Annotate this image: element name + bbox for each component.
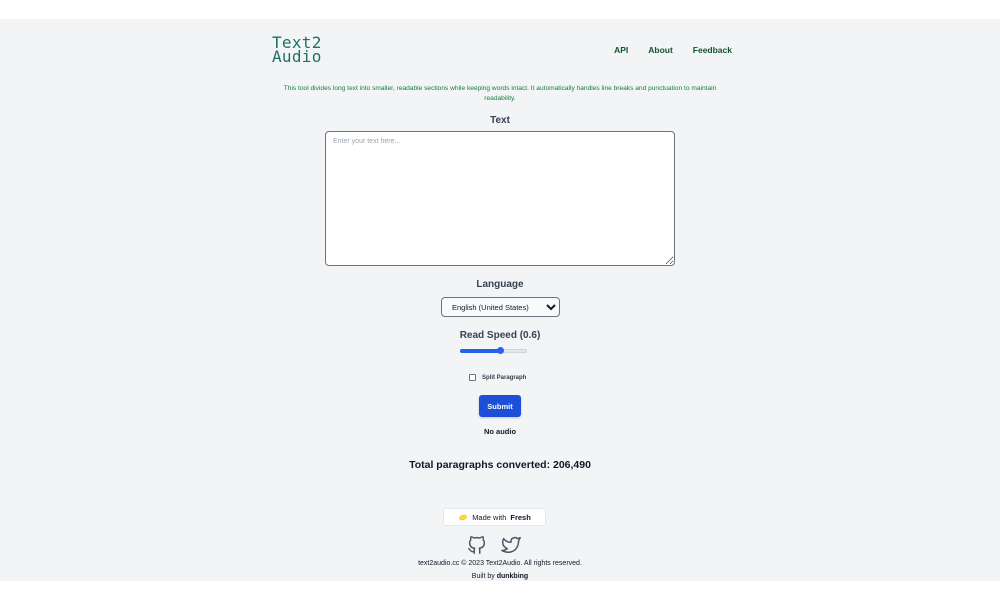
- submit-button[interactable]: Submit: [479, 395, 521, 417]
- header: Text2 Audio API About Feedback: [272, 35, 732, 68]
- nav-link-about[interactable]: About: [648, 45, 673, 55]
- logo-line-2: Audio: [272, 47, 322, 66]
- social-links: [466, 534, 522, 556]
- top-nav: API About Feedback: [614, 45, 732, 55]
- fresh-brand-text: Fresh: [510, 512, 531, 522]
- author-link[interactable]: dunkbing: [497, 573, 529, 580]
- audio-status: No audio: [483, 427, 517, 436]
- logo[interactable]: Text2 Audio: [272, 35, 322, 66]
- nav-link-feedback[interactable]: Feedback: [693, 45, 732, 55]
- made-with-fresh-badge[interactable]: Made with Fresh: [443, 508, 546, 526]
- language-select[interactable]: English (United States): [441, 297, 560, 317]
- text-label: Text: [490, 115, 510, 126]
- tool-description: This tool divides long text into smaller…: [283, 85, 717, 102]
- page-container: Text2 Audio API About Feedback This tool…: [0, 19, 1000, 581]
- built-by: Built by dunkbing: [0, 573, 1000, 580]
- read-speed-slider[interactable]: [460, 347, 527, 354]
- copyright-text: text2audio.cc © 2023 Text2Audio. All rig…: [418, 560, 582, 567]
- split-paragraph-label[interactable]: Split Paragraph: [482, 375, 526, 381]
- built-by-prefix: Built by: [471, 573, 495, 580]
- twitter-icon[interactable]: [500, 534, 522, 556]
- split-paragraph-checkbox[interactable]: [469, 374, 476, 381]
- total-paragraphs-converted: Total paragraphs converted: 206,490: [409, 459, 591, 471]
- language-label: Language: [476, 279, 524, 290]
- text-input[interactable]: [325, 131, 675, 266]
- made-with-text: Made with: [472, 512, 507, 522]
- nav-link-api[interactable]: API: [614, 45, 628, 55]
- split-paragraph-row[interactable]: Split Paragraph: [469, 373, 526, 382]
- lemon-icon: [459, 514, 468, 520]
- slider-fill: [460, 349, 501, 353]
- github-icon[interactable]: [466, 534, 488, 556]
- read-speed-label: Read Speed (0.6): [459, 330, 541, 341]
